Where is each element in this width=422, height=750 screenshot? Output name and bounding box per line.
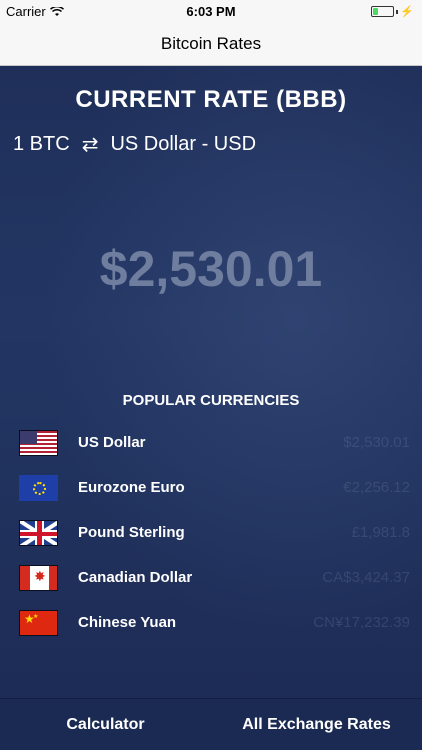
status-bar: Carrier 6:03 PM ⚡ [0, 0, 422, 22]
currency-row-cad[interactable]: ✸ Canadian Dollar CA$3,424.37 [0, 563, 422, 608]
navigation-bar: Bitcoin Rates [0, 22, 422, 66]
currency-name: Eurozone Euro [78, 479, 185, 496]
base-currency[interactable]: 1 BTC [13, 133, 70, 156]
canada-flag-icon: ✸ [19, 565, 58, 591]
eu-flag-icon [19, 475, 58, 501]
status-time: 6:03 PM [186, 4, 236, 19]
currency-value: £1,981.8 [351, 524, 410, 541]
nav-title: Bitcoin Rates [160, 34, 262, 53]
charging-icon: ⚡ [400, 6, 414, 18]
currency-row-gbp[interactable]: Pound Sterling £1,981.8 [0, 518, 422, 563]
current-rate-value: $2,530.01 [99, 241, 323, 297]
currency-row-cny[interactable]: ★ ★ Chinese Yuan CN¥17,232.39 [0, 608, 422, 653]
uk-flag-icon [19, 520, 58, 546]
main-content: CURRENT RATE (BBB) 1 BTC ⇄ US Dollar - U… [0, 66, 422, 698]
currency-name: Canadian Dollar [78, 569, 193, 586]
battery-fill [373, 8, 379, 15]
all-exchange-rates-tab[interactable]: All Exchange Rates [211, 699, 422, 750]
china-flag-icon: ★ ★ [19, 610, 58, 636]
currency-name: US Dollar [78, 434, 146, 451]
battery-icon [371, 6, 395, 17]
target-currency[interactable]: US Dollar - USD [110, 133, 256, 156]
calculator-tab[interactable]: Calculator [0, 699, 211, 750]
swap-icon[interactable]: ⇄ [82, 132, 99, 157]
us-flag-icon [19, 430, 58, 456]
currency-value: $2,530.01 [343, 434, 410, 451]
currency-row-eur[interactable]: Eurozone Euro €2,256.12 [0, 473, 422, 518]
currency-pair-selector[interactable]: 1 BTC ⇄ US Dollar - USD [13, 132, 256, 157]
currency-row-usd[interactable]: US Dollar $2,530.01 [0, 428, 422, 473]
currency-name: Pound Sterling [78, 524, 185, 541]
battery-tip [396, 9, 399, 14]
tab-bar: Calculator All Exchange Rates [0, 698, 422, 750]
currency-value: CA$3,424.37 [322, 569, 410, 586]
current-rate-title: CURRENT RATE (BBB) [75, 86, 347, 113]
popular-currencies-list: US Dollar $2,530.01 Eurozone Euro €2,256… [0, 428, 422, 653]
currency-value: €2,256.12 [343, 479, 410, 496]
popular-currencies-title: POPULAR CURRENCIES [122, 392, 300, 409]
currency-name: Chinese Yuan [78, 614, 177, 631]
battery-group: ⚡ [371, 5, 414, 18]
currency-value: CN¥17,232.39 [313, 614, 410, 631]
